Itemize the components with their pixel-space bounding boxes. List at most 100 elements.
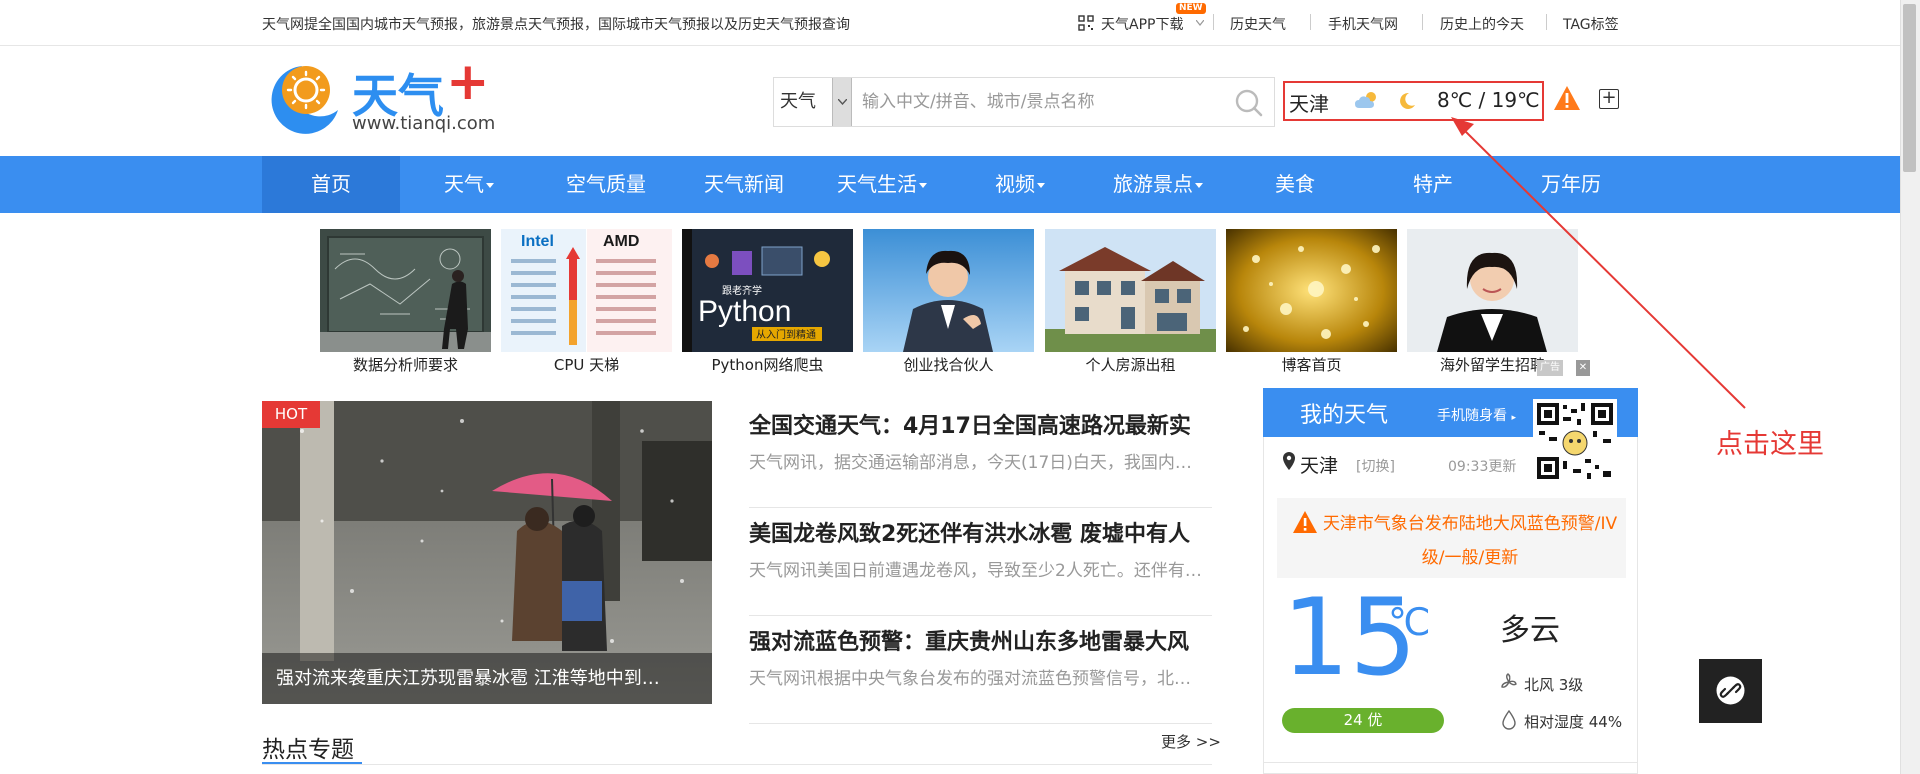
caret-down-icon bbox=[1195, 183, 1203, 188]
qr-code bbox=[1533, 399, 1617, 483]
nav-item-air-quality[interactable]: 空气质量 bbox=[537, 156, 675, 213]
ad-item[interactable]: 跟老齐学 Python 从入门到精通 Python网络爬虫 bbox=[682, 229, 853, 375]
ad-image bbox=[1045, 229, 1216, 352]
news-item[interactable]: 美国龙卷风致2死还伴有洪水冰雹 废墟中有人 天气网讯美国日前遭遇龙卷风，导致至少… bbox=[749, 508, 1212, 616]
humidity-info: 相对湿度 44% bbox=[1524, 713, 1623, 731]
site-logo[interactable]: 天气 + www.tianqi.com bbox=[262, 52, 522, 140]
ad-image-text: 从入门到精通 bbox=[756, 328, 816, 341]
ad-label: 广告 bbox=[1537, 360, 1563, 376]
ad-image-text: Intel bbox=[521, 233, 554, 250]
aqi-badge[interactable]: 24 优 bbox=[1282, 708, 1444, 733]
nav-item-food[interactable]: 美食 bbox=[1226, 156, 1364, 213]
location-pin-icon bbox=[1283, 452, 1295, 470]
site-intro: 天气网提全国国内城市天气预报，旅游景点天气预报，国际城市天气预报以及历史天气预报… bbox=[262, 17, 850, 33]
news-summary: 天气网讯根据中央气象台发布的强对流蓝色预警信号，北… bbox=[749, 669, 1191, 689]
hot-topics-title: 热点专题 bbox=[262, 737, 354, 763]
news-summary: 天气网讯美国日前遭遇龙卷风，导致至少2人死亡。还伴有… bbox=[749, 561, 1202, 581]
nav-item-video[interactable]: 视频 bbox=[951, 156, 1089, 213]
ad-caption: CPU 天梯 bbox=[553, 356, 620, 374]
ad-caption: 数据分析师要求 bbox=[352, 356, 458, 374]
search-icon[interactable] bbox=[1232, 86, 1266, 120]
update-time: 09:33更新 bbox=[1448, 459, 1517, 475]
ad-close-icon[interactable]: ✕ bbox=[1576, 360, 1590, 376]
ad-item[interactable]: 数据分析师要求 bbox=[320, 229, 491, 375]
top-bar: 天气网提全国国内城市天气预报，旅游景点天气预报，国际城市天气预报以及历史天气预报… bbox=[0, 0, 1900, 46]
ad-image bbox=[320, 229, 491, 352]
logo-domain: www.tianqi.com bbox=[352, 113, 496, 134]
news-title[interactable]: 强对流蓝色预警：重庆贵州山东多地雷暴大风 bbox=[749, 624, 1212, 656]
ad-image bbox=[863, 229, 1034, 352]
search-type-dropdown[interactable] bbox=[832, 78, 852, 126]
ad-item[interactable]: 博客首页 bbox=[1226, 229, 1397, 375]
wind-icon bbox=[1501, 673, 1517, 688]
nav-item-travel[interactable]: 旅游景点 bbox=[1089, 156, 1227, 213]
search-type-select[interactable]: 天气 bbox=[774, 78, 832, 126]
news-title[interactable]: 全国交通天气：4月17日全国高速路况最新实 bbox=[749, 408, 1212, 440]
ad-image-text: AMD bbox=[603, 233, 639, 250]
ad-caption: Python网络爬虫 bbox=[711, 356, 824, 374]
switch-city-link[interactable]: [切换] bbox=[1356, 456, 1395, 476]
new-badge: NEW bbox=[1176, 3, 1206, 14]
nav-item-weather-news[interactable]: 天气新闻 bbox=[675, 156, 813, 213]
search-input[interactable] bbox=[862, 78, 1222, 126]
current-city-name: 天津 bbox=[1289, 92, 1329, 116]
history-weather-link[interactable]: 历史天气 bbox=[1230, 14, 1286, 34]
humidity-icon bbox=[1502, 710, 1516, 730]
ad-caption: 创业找合伙人 bbox=[903, 356, 994, 374]
hero-caption[interactable]: 强对流来袭重庆江苏现雷暴冰雹 江淮等地中到… bbox=[262, 653, 712, 704]
nav-item-home[interactable]: 首页 bbox=[262, 156, 400, 213]
nav-item-specialty[interactable]: 特产 bbox=[1364, 156, 1502, 213]
cloud-sun-icon bbox=[1355, 92, 1376, 108]
app-download-link[interactable]: 天气APP下载 bbox=[1101, 14, 1183, 34]
current-city-weather[interactable]: 天津 8℃ / 19℃ bbox=[1283, 81, 1544, 121]
mobile-view-link[interactable]: 手机随身看 ▸ bbox=[1437, 405, 1516, 425]
nav-item-calendar[interactable]: 万年历 bbox=[1502, 156, 1640, 213]
news-item[interactable]: 全国交通天气：4月17日全国高速路况最新实 天气网讯，据交通运输部消息，今天(1… bbox=[749, 400, 1212, 508]
today-in-history-link[interactable]: 历史上的今天 bbox=[1440, 14, 1524, 34]
add-city-icon[interactable]: + bbox=[1599, 89, 1619, 109]
warning-icon[interactable] bbox=[1553, 85, 1581, 111]
annotation-text: 点击这里 bbox=[1716, 429, 1824, 460]
ad-caption: 博客首页 bbox=[1281, 356, 1342, 374]
news-title[interactable]: 美国龙卷风致2死还伴有洪水冰雹 废墟中有人 bbox=[749, 516, 1212, 548]
ad-item[interactable]: 个人房源出租 bbox=[1045, 229, 1216, 375]
ad-image bbox=[1226, 229, 1397, 352]
moon-icon bbox=[1400, 92, 1415, 109]
title-underline bbox=[262, 762, 362, 764]
scrollbar-thumb[interactable] bbox=[1903, 4, 1916, 172]
logo-plus: + bbox=[446, 52, 490, 112]
chevron-down-icon bbox=[1196, 20, 1204, 26]
ad-caption: 个人房源出租 bbox=[1085, 356, 1176, 374]
mobile-weather-link[interactable]: 手机天气网 bbox=[1328, 14, 1398, 34]
nav-item-weather-life[interactable]: 天气生活 bbox=[813, 156, 951, 213]
my-weather-title: 我的天气 bbox=[1300, 403, 1389, 428]
caret-down-icon bbox=[1037, 183, 1045, 188]
more-link[interactable]: 更多 >> bbox=[1161, 731, 1221, 752]
hot-badge: HOT bbox=[262, 401, 320, 428]
ad-item[interactable]: 海外留学生招聘 bbox=[1407, 229, 1578, 375]
current-temp-range: 8℃ / 19℃ bbox=[1437, 88, 1540, 112]
news-item[interactable]: 强对流蓝色预警：重庆贵州山东多地雷暴大风 天气网讯根据中央气象台发布的强对流蓝色… bbox=[749, 616, 1212, 724]
weather-condition: 多云 bbox=[1500, 613, 1560, 648]
ad-image: Intel AMD bbox=[501, 229, 672, 352]
ad-image-text: Python bbox=[698, 295, 791, 328]
logo-mark-icon bbox=[271, 66, 338, 134]
divider bbox=[1263, 762, 1638, 763]
link-icon bbox=[1716, 676, 1745, 705]
warning-icon bbox=[1293, 511, 1317, 533]
caret-down-icon bbox=[919, 183, 927, 188]
alert-text[interactable]: 天津市气象台发布陆地大风蓝色预警/IV级/一般/更新 bbox=[1320, 507, 1620, 575]
side-city-name: 天津 bbox=[1300, 455, 1339, 477]
caret-down-icon bbox=[486, 183, 494, 188]
search-bar: 天气 bbox=[773, 77, 1275, 127]
chevron-down-icon bbox=[838, 99, 847, 105]
nav-item-weather[interactable]: 天气 bbox=[400, 156, 538, 213]
temperature-unit: ℃ bbox=[1388, 600, 1431, 644]
ad-item[interactable]: 创业找合伙人 bbox=[863, 229, 1034, 375]
ad-item[interactable]: Intel AMD CPU 天梯 bbox=[501, 229, 672, 375]
ad-image bbox=[1407, 229, 1578, 352]
floating-link-button[interactable] bbox=[1699, 659, 1762, 723]
tag-link[interactable]: TAG标签 bbox=[1563, 14, 1619, 34]
news-summary: 天气网讯，据交通运输部消息，今天(17日)白天，我国内… bbox=[749, 453, 1192, 473]
qrcode-icon bbox=[1078, 15, 1094, 31]
